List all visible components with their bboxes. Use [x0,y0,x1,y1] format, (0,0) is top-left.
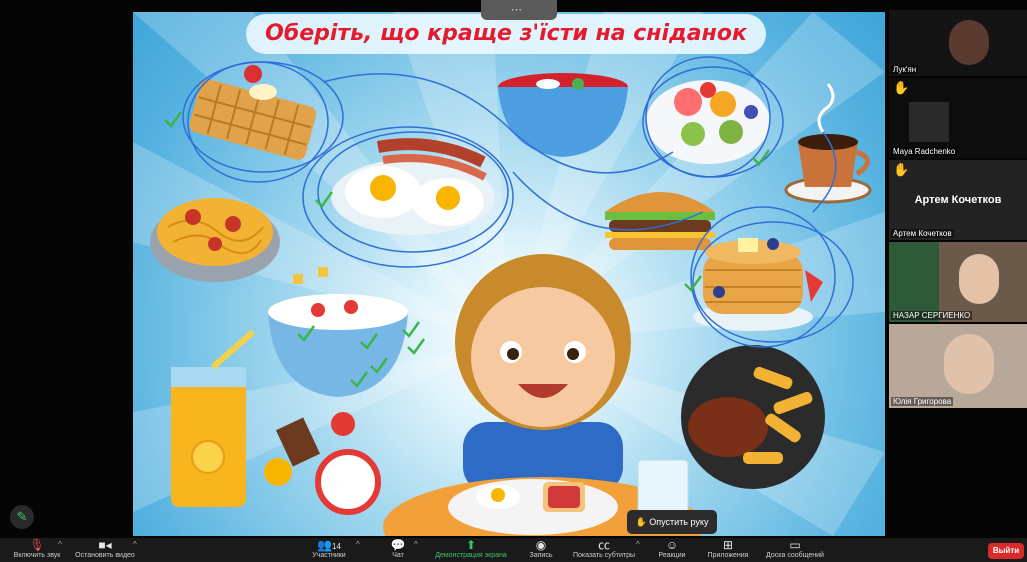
chevron-up-icon[interactable]: ^ [636,540,640,549]
record-button[interactable]: ◉ Запись [524,538,558,562]
apps-icon: ⊞ [722,538,734,552]
screen-share-handle[interactable]: ⋯ [481,0,557,20]
pancakes-image[interactable] [693,238,823,331]
stop-video-button[interactable]: ■◂ Остановить видео [72,538,138,562]
whiteboard-icon: ▭ [789,538,801,552]
participant-video [949,20,989,65]
chat-button[interactable]: 💬 Чат [385,538,411,562]
chevron-up-icon[interactable]: ^ [356,540,360,549]
lower-hand-button[interactable]: ✋ Опустить руку [627,510,717,534]
participant-tile[interactable]: Юлія Григорова [889,324,1027,408]
cereal-bowl-image[interactable] [268,267,408,397]
participant-name: Артем Кочетков [891,229,954,238]
raised-hand-icon: ✋ [893,80,910,95]
boy-character-image [455,254,631,492]
waffles-image[interactable] [188,65,318,162]
record-icon: ◉ [535,538,547,552]
steak-fries-image[interactable] [681,345,825,489]
participants-icon: 👥 [317,538,333,552]
share-screen-icon: ⬆ [465,538,477,552]
burger-image[interactable] [605,192,715,250]
chevron-up-icon[interactable]: ^ [58,540,62,549]
hand-icon: ✋ [635,517,647,527]
participant-name: Лук'ян [891,65,919,74]
fruit-bowl-image[interactable] [646,80,770,164]
annotate-pencil-icon[interactable]: ✎ [10,505,34,529]
video-camera-icon: ■◂ [98,538,112,552]
meeting-toolbar: 🎙 Включить звук ^ ■◂ Остановить видео ^ … [0,538,1027,562]
spaghetti-image[interactable] [150,198,280,282]
leave-button[interactable]: Выйти [988,543,1024,559]
reactions-icon: ☺ [665,538,679,552]
participant-name: Maya Radchenko [891,147,958,156]
orange-juice-glass-image[interactable] [171,329,255,507]
chat-icon: 💬 [390,538,406,552]
participant-display-name: Артем Кочетков [914,194,1002,206]
background-tree [889,242,939,322]
captions-icon: ㏄ [597,538,610,552]
whiteboard-button[interactable]: ▭ Доска сообщений [760,538,830,562]
participant-tile[interactable]: Лук'ян [889,10,1027,76]
participants-count: 14 [332,542,341,551]
apps-button[interactable]: ⊞ Приложения [700,538,756,562]
reactions-button[interactable]: ☺ Реакции [652,538,692,562]
coffee-cup-image[interactable] [784,83,872,204]
participant-video [944,334,994,394]
more-icon: ⋯ [511,4,522,16]
participant-video [909,102,949,142]
fried-eggs-bacon-image[interactable] [331,138,495,235]
chevron-up-icon[interactable]: ^ [414,540,418,549]
participant-tile[interactable]: ✋ Артем Кочетков Артем Кочетков [889,160,1027,240]
participant-name: НАЗАР СЕРГИЕНКО [891,311,973,320]
chevron-up-icon[interactable]: ^ [133,540,137,549]
raised-hand-icon: ✋ [893,162,910,177]
participant-video [959,254,999,304]
share-screen-button[interactable]: ⬆ Демонстрация экрана [428,538,514,562]
participant-name: Юлія Григорова [891,397,954,406]
shared-screen-slide: Оберіть, що краще з'їсти на сніданок [133,12,885,536]
participant-tile[interactable]: ✋ Maya Radchenko [889,78,1027,158]
participant-tile[interactable]: НАЗАР СЕРГИЕНКО [889,242,1027,322]
lower-hand-label: Опустить руку [649,517,709,527]
soup-bowl-image[interactable] [498,73,628,157]
food-illustrations [150,56,872,536]
sweets-image[interactable] [264,412,381,515]
zoom-meeting-window: Оберіть, що краще з'їсти на сніданок ⋯ Л… [0,0,1027,562]
participants-button[interactable]: 👥14 Участники [305,538,353,562]
captions-button[interactable]: ㏄ Показать субтитры [570,538,638,562]
